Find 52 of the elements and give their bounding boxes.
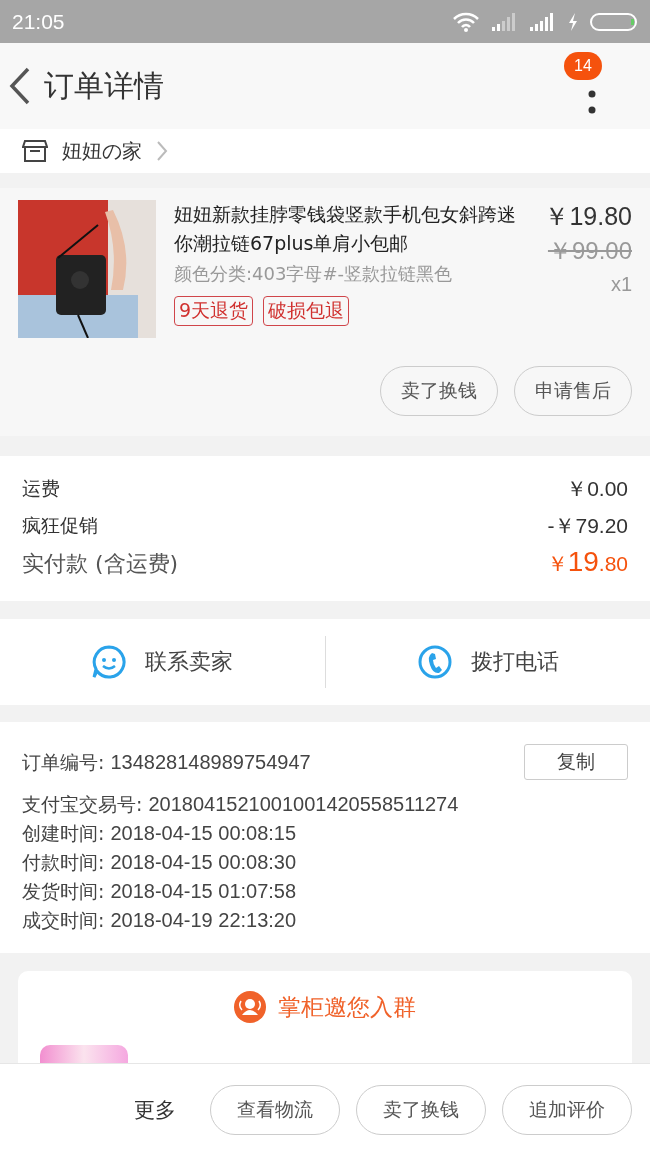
info-label: 订单编号:	[22, 749, 105, 775]
info-value: 2018-04-19 22:13:20	[110, 908, 297, 933]
action-button[interactable]: 追加评价	[502, 1084, 632, 1135]
group-invite-title: 掌柜邀您入群	[278, 992, 416, 1022]
chevron-icon	[156, 140, 168, 162]
more-link[interactable]: 更多	[134, 1095, 176, 1124]
page-title: 订单详情	[44, 66, 164, 105]
shop-row[interactable]: 妞妞の家	[0, 129, 650, 173]
status-time: 21:05	[12, 9, 65, 34]
more-icon[interactable]	[588, 90, 596, 116]
signal-icon	[492, 12, 518, 31]
fee-value: -￥79.20	[547, 513, 628, 539]
info-value: 2018-04-15 00:08:30	[110, 850, 297, 875]
info-value: 134828148989754947	[110, 749, 311, 775]
contact-seller-button[interactable]: 联系卖家	[0, 636, 325, 688]
service-tag: 9天退货	[174, 296, 254, 326]
service-tag: 破损包退	[263, 296, 350, 326]
signal-icon	[530, 12, 556, 31]
info-value: 2018-04-15 00:08:15	[110, 821, 297, 846]
fee-label: 疯狂促销	[22, 513, 98, 538]
wifi-icon	[452, 11, 480, 32]
info-value: 2018-04-15 01:07:58	[110, 879, 297, 904]
quantity: x1	[610, 273, 632, 296]
product-variant: 颜色分类:403字母#-竖款拉链黑色	[174, 262, 453, 286]
call-button[interactable]: 拨打电话	[325, 636, 650, 688]
fee-label: 运费	[22, 476, 60, 501]
shop-name: 妞妞の家	[62, 137, 142, 165]
info-label: 成交时间:	[22, 908, 105, 933]
action-button[interactable]: 申请售后	[514, 366, 632, 416]
notification-badge: 14	[564, 52, 602, 80]
chat-icon	[91, 644, 128, 680]
total-amount: ￥19.80	[546, 546, 628, 578]
copy-button[interactable]: 复制	[524, 744, 628, 780]
info-label: 支付宝交易号:	[22, 792, 143, 817]
product-price: ￥19.80	[544, 201, 632, 232]
total-label: 实付款 (含运费)	[22, 550, 179, 578]
store-icon	[22, 139, 48, 163]
phone-icon	[416, 644, 453, 680]
charging-icon	[568, 12, 578, 31]
product-title: 妞妞新款挂脖零钱袋竖款手机包女斜跨迷你潮拉链67plus单肩小包邮	[174, 202, 517, 256]
original-price: ￥99.00	[547, 236, 632, 266]
action-button[interactable]: 卖了换钱	[380, 366, 498, 416]
battery-icon	[590, 11, 638, 32]
action-button[interactable]: 查看物流	[210, 1084, 340, 1135]
group-icon	[234, 991, 266, 1023]
info-value: 2018041521001001420558511274	[148, 792, 459, 817]
info-label: 创建时间:	[22, 821, 105, 846]
fee-value: ￥0.00	[566, 476, 628, 502]
info-label: 付款时间:	[22, 850, 105, 875]
info-label: 发货时间:	[22, 879, 105, 904]
action-button[interactable]: 卖了换钱	[356, 1084, 486, 1135]
back-icon[interactable]	[8, 66, 32, 106]
